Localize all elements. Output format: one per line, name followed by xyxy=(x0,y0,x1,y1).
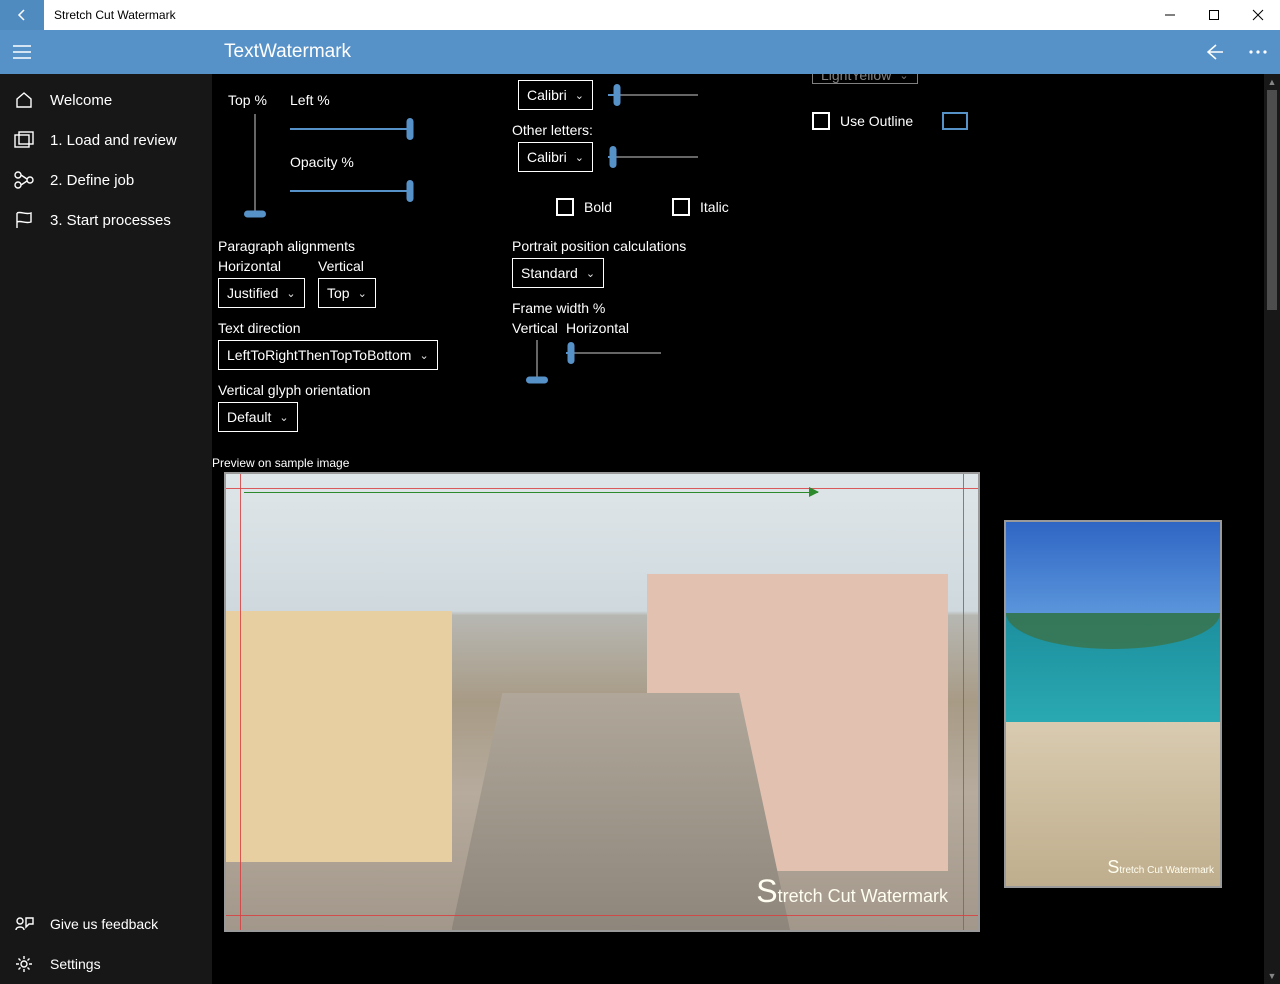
chevron-down-icon: ⌄ xyxy=(586,267,595,280)
select-horizontal-align[interactable]: Justified⌄ xyxy=(218,278,305,308)
chevron-down-icon: ⌄ xyxy=(279,411,288,424)
label-frame-width: Frame width % xyxy=(512,300,605,316)
label-top-pct: Top % xyxy=(228,92,267,108)
chevron-down-icon: ⌄ xyxy=(899,74,908,82)
store-back-button[interactable] xyxy=(0,0,44,30)
checkbox-italic[interactable]: Italic xyxy=(672,198,729,216)
command-bar: TextWatermark xyxy=(0,30,1280,74)
checkbox-icon xyxy=(812,112,830,130)
sidebar-item-load[interactable]: 1. Load and review xyxy=(0,120,212,160)
label-portrait-calc: Portrait position calculations xyxy=(512,238,686,254)
label-vertical: Vertical xyxy=(318,258,364,274)
select-portrait-calc[interactable]: Standard⌄ xyxy=(512,258,604,288)
slider-top-pct[interactable] xyxy=(246,114,264,214)
watermark-text: tretch Cut Watermark xyxy=(1119,865,1214,876)
checkbox-icon xyxy=(672,198,690,216)
checkbox-bold[interactable]: Bold xyxy=(556,198,612,216)
flag-icon xyxy=(12,210,36,230)
scroll-down-icon[interactable]: ▼ xyxy=(1264,968,1280,984)
preview-portrait: Stretch Cut Watermark xyxy=(1004,520,1222,888)
sidebar-item-label: Welcome xyxy=(50,92,112,109)
page-title: TextWatermark xyxy=(44,41,351,63)
slider-left-pct[interactable] xyxy=(290,120,410,138)
slider-first-letter-size[interactable] xyxy=(608,86,698,104)
more-button[interactable] xyxy=(1236,30,1280,74)
watermark-first-letter: S xyxy=(1107,857,1119,877)
maximize-button[interactable] xyxy=(1192,0,1236,30)
label-opacity: Opacity % xyxy=(290,154,354,170)
preview-landscape: Stretch Cut Watermark xyxy=(224,472,980,932)
chevron-down-icon: ⌄ xyxy=(575,89,584,102)
select-color[interactable]: LightYellow⌄ xyxy=(812,74,918,84)
label-preview: Preview on sample image xyxy=(212,456,349,470)
nodes-icon xyxy=(12,170,36,190)
chevron-down-icon: ⌄ xyxy=(358,287,367,300)
sidebar-item-define[interactable]: 2. Define job xyxy=(0,160,212,200)
window-titlebar: Stretch Cut Watermark xyxy=(0,0,1280,30)
outline-color-swatch[interactable] xyxy=(942,112,968,130)
select-text-direction[interactable]: LeftToRightThenTopToBottom⌄ xyxy=(218,340,438,370)
label-left-pct: Left % xyxy=(290,92,330,108)
home-icon xyxy=(12,90,36,110)
gear-icon xyxy=(12,954,36,974)
hamburger-button[interactable] xyxy=(0,30,44,74)
label-text-direction: Text direction xyxy=(218,320,300,336)
scroll-up-icon[interactable]: ▲ xyxy=(1264,74,1280,90)
select-first-letter-font[interactable]: Calibri⌄ xyxy=(518,80,593,110)
sidebar-item-label: 1. Load and review xyxy=(50,132,177,149)
chevron-down-icon: ⌄ xyxy=(575,151,584,164)
vertical-scrollbar[interactable]: ▲ ▼ xyxy=(1264,74,1280,984)
label-other-letters: Other letters: xyxy=(512,122,593,138)
sidebar-item-settings[interactable]: Settings xyxy=(0,944,212,984)
sidebar-item-label: Give us feedback xyxy=(50,916,158,932)
sidebar-item-label: Settings xyxy=(50,956,101,972)
scrollbar-thumb[interactable] xyxy=(1267,90,1277,310)
sidebar-item-start[interactable]: 3. Start processes xyxy=(0,200,212,240)
checkbox-icon xyxy=(556,198,574,216)
label-horizontal: Horizontal xyxy=(218,258,281,274)
chevron-down-icon: ⌄ xyxy=(286,287,295,300)
images-icon xyxy=(12,130,36,150)
sidebar-item-welcome[interactable]: Welcome xyxy=(0,80,212,120)
label-fw-vertical: Vertical xyxy=(512,320,558,336)
sidebar-item-label: 2. Define job xyxy=(50,172,134,189)
nav-sidebar: Welcome 1. Load and review 2. Define job… xyxy=(0,74,212,984)
minimize-button[interactable] xyxy=(1148,0,1192,30)
label-vertical-glyph: Vertical glyph orientation xyxy=(218,382,371,398)
slider-other-letters-size[interactable] xyxy=(608,148,698,166)
slider-frame-width-vertical[interactable] xyxy=(528,340,546,380)
watermark-first-letter: S xyxy=(756,873,777,909)
close-button[interactable] xyxy=(1236,0,1280,30)
sidebar-item-feedback[interactable]: Give us feedback xyxy=(0,904,212,944)
app-back-button[interactable] xyxy=(1192,30,1236,74)
sidebar-item-label: 3. Start processes xyxy=(50,212,171,229)
label-paragraph-alignments: Paragraph alignments xyxy=(218,238,355,254)
checkbox-use-outline[interactable]: Use Outline xyxy=(812,112,913,130)
watermark-text: tretch Cut Watermark xyxy=(778,886,948,906)
feedback-icon xyxy=(12,914,36,934)
select-vertical-glyph[interactable]: Default⌄ xyxy=(218,402,298,432)
label-fw-horizontal: Horizontal xyxy=(566,320,629,336)
select-other-letters-font[interactable]: Calibri⌄ xyxy=(518,142,593,172)
slider-frame-width-horizontal[interactable] xyxy=(566,344,661,362)
slider-opacity[interactable] xyxy=(290,182,410,200)
select-vertical-align[interactable]: Top⌄ xyxy=(318,278,376,308)
window-title: Stretch Cut Watermark xyxy=(44,8,176,22)
chevron-down-icon: ⌄ xyxy=(419,349,428,362)
